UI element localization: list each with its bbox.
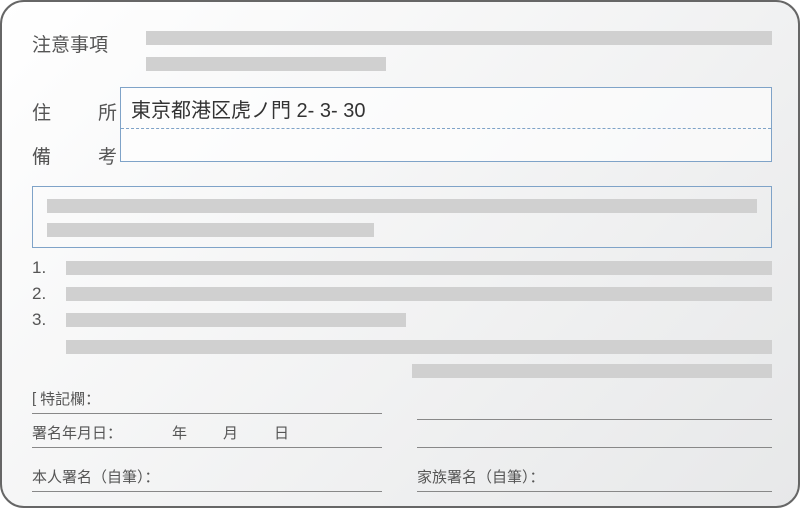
list-line-1 bbox=[66, 261, 772, 275]
list-extra-1 bbox=[66, 340, 772, 354]
box-line-2 bbox=[47, 223, 374, 237]
month-label: 月 bbox=[223, 422, 238, 443]
family-sign-underline bbox=[417, 491, 772, 492]
bracket-icon: [ bbox=[32, 390, 36, 407]
special-underline bbox=[32, 413, 382, 414]
box-area bbox=[32, 186, 772, 248]
list-line-3 bbox=[66, 313, 406, 327]
numbered-list: 1. 2. 3. bbox=[32, 258, 772, 378]
special-label: 特記欄： bbox=[40, 388, 100, 409]
remarks-input[interactable] bbox=[121, 129, 771, 161]
address-remarks-box bbox=[120, 87, 772, 162]
list-number-3: 3. bbox=[32, 310, 66, 330]
right-line-lower bbox=[417, 447, 772, 448]
sign-date-label: 署名年月日： bbox=[32, 422, 122, 443]
list-line-2 bbox=[66, 287, 772, 301]
self-sign-label: 本人署名（自筆）： bbox=[32, 466, 382, 487]
address-label: 住 所 bbox=[32, 98, 131, 125]
signature-area: [ 特記欄： 署名年月日： 年 月 日 bbox=[32, 388, 772, 492]
right-line-upper bbox=[417, 419, 772, 420]
sign-date-underline bbox=[32, 447, 382, 448]
notice-line-2 bbox=[146, 57, 386, 71]
box-line-1 bbox=[47, 199, 757, 213]
family-sign-label: 家族署名（自筆）： bbox=[417, 466, 772, 487]
list-extra-2 bbox=[412, 364, 772, 378]
form-card: 注意事項 住 所 備 考 1. 2. 3. bbox=[0, 0, 800, 508]
self-sign-underline bbox=[32, 491, 382, 492]
year-label: 年 bbox=[172, 422, 187, 443]
list-number-1: 1. bbox=[32, 258, 66, 278]
notice-line-1 bbox=[146, 31, 772, 45]
address-input[interactable] bbox=[121, 88, 771, 128]
list-number-2: 2. bbox=[32, 284, 66, 304]
day-label: 日 bbox=[274, 422, 289, 443]
remarks-label: 備 考 bbox=[32, 142, 131, 169]
notice-label: 注意事項 bbox=[32, 30, 108, 57]
